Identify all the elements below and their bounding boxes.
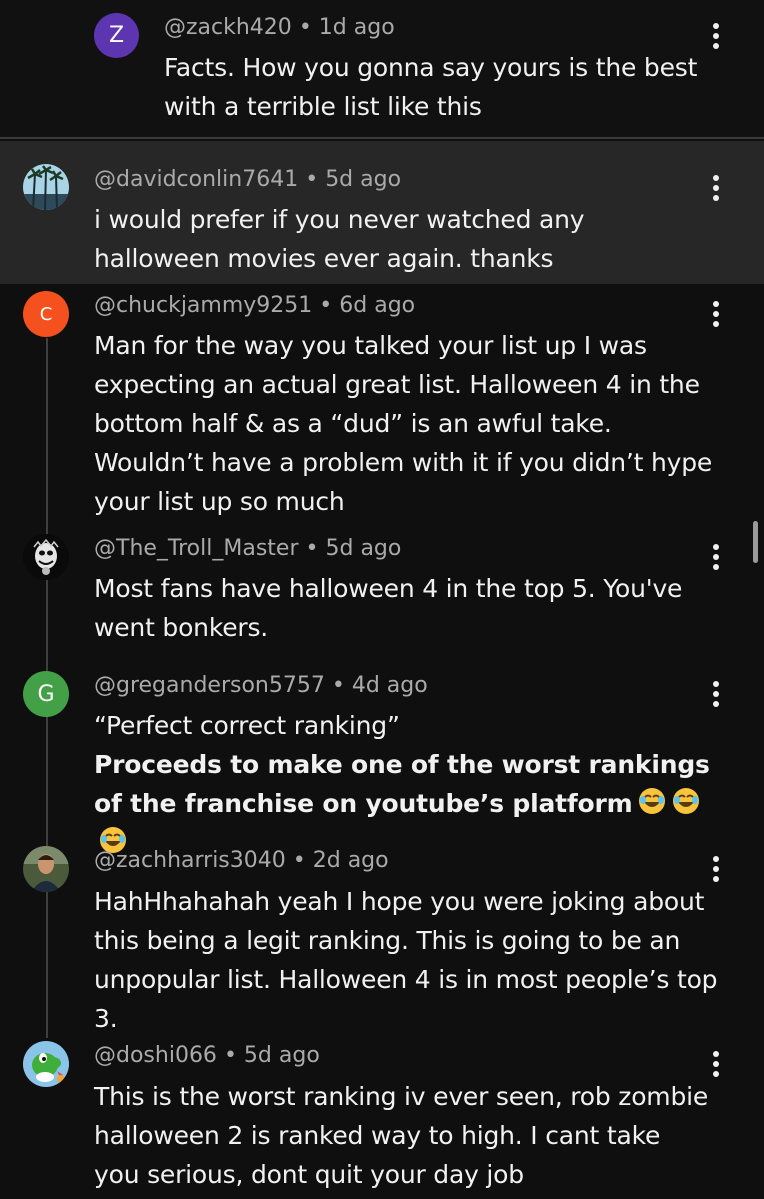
more-vert-icon[interactable] — [704, 537, 728, 577]
more-vert-icon[interactable] — [704, 294, 728, 334]
comment-text: “Perfect correct ranking” Proceeds to ma… — [94, 706, 719, 862]
avatar[interactable]: C — [23, 291, 69, 337]
comment-text: Most fans have halloween 4 in the top 5.… — [94, 574, 683, 642]
comment-author[interactable]: @greganderson5757 — [94, 673, 325, 698]
comment-bold-body: Proceeds to make one of the worst rankin… — [94, 750, 710, 818]
comment-age: 6d ago — [339, 293, 416, 318]
avatar[interactable] — [23, 846, 69, 892]
yoshi-photo — [23, 1041, 69, 1087]
avatar-letter: G — [37, 681, 55, 707]
person-photo — [23, 846, 69, 892]
meta-separator: • — [319, 293, 333, 318]
meta-separator: • — [292, 848, 306, 873]
comment-age: 5d ago — [325, 536, 402, 561]
palm-trees-photo — [23, 164, 69, 210]
scrollbar[interactable] — [753, 521, 758, 563]
comment-author[interactable]: @zackh420 — [164, 15, 292, 40]
comment-author[interactable]: @chuckjammy9251 — [94, 293, 312, 318]
comment-bold-text: Proceeds to make one of the worst rankin… — [94, 745, 719, 862]
comment-meta: @davidconlin7641 • 5d ago — [94, 165, 401, 195]
comment-text: i would prefer if you never watched any … — [94, 205, 585, 273]
comment-text: Facts. How you gonna say yours is the be… — [164, 53, 698, 121]
comment-author[interactable]: @The_Troll_Master — [94, 536, 299, 561]
meta-separator: • — [331, 673, 345, 698]
comment-meta: @zackh420 • 1d ago — [164, 13, 395, 43]
comment-meta: @zachharris3040 • 2d ago — [94, 846, 389, 876]
more-vert-icon[interactable] — [704, 849, 728, 889]
comment-age: 4d ago — [351, 673, 428, 698]
more-vert-icon[interactable] — [704, 168, 728, 208]
comment-text: Man for the way you talked your list up … — [94, 331, 713, 516]
comment-age: 2d ago — [312, 848, 389, 873]
face-with-tears-of-joy-icon — [672, 788, 699, 814]
more-vert-icon[interactable] — [704, 674, 728, 714]
comment-meta: @chuckjammy9251 • 6d ago — [94, 291, 415, 321]
comment-quote: “Perfect correct ranking” — [94, 711, 400, 740]
avatar[interactable] — [23, 1041, 69, 1087]
comment-text: This is the worst ranking iv ever seen, … — [94, 1082, 709, 1189]
meta-separator: • — [305, 536, 319, 561]
avatar[interactable] — [23, 534, 69, 580]
meta-separator: • — [223, 1043, 237, 1068]
avatar[interactable]: Z — [94, 13, 139, 58]
comment-age: 5d ago — [243, 1043, 320, 1068]
more-vert-icon[interactable] — [704, 1044, 728, 1084]
troll-mask-photo — [23, 534, 69, 580]
avatar-letter: C — [39, 303, 53, 325]
comment-meta: @greganderson5757 • 4d ago — [94, 671, 428, 701]
face-with-tears-of-joy-icon — [638, 788, 665, 814]
comment-author[interactable]: @doshi066 — [94, 1043, 217, 1068]
comment-author[interactable]: @zachharris3040 — [94, 848, 286, 873]
meta-separator: • — [305, 167, 319, 192]
comments-page: Z @zackh420 • 1d ago Facts. How you gonn… — [0, 0, 764, 1199]
comment-meta: @The_Troll_Master • 5d ago — [94, 534, 401, 564]
comment-age: 1d ago — [318, 15, 395, 40]
avatar-letter: Z — [108, 23, 125, 48]
comment-text: HahHhahahah yeah I hope you were joking … — [94, 887, 718, 1033]
avatar[interactable]: G — [23, 671, 69, 717]
avatar[interactable] — [23, 164, 69, 210]
more-vert-icon[interactable] — [704, 16, 728, 56]
comment-age: 5d ago — [325, 167, 402, 192]
meta-separator: • — [298, 15, 312, 40]
comment-author[interactable]: @davidconlin7641 — [94, 167, 298, 192]
comment-meta: @doshi066 • 5d ago — [94, 1041, 320, 1071]
